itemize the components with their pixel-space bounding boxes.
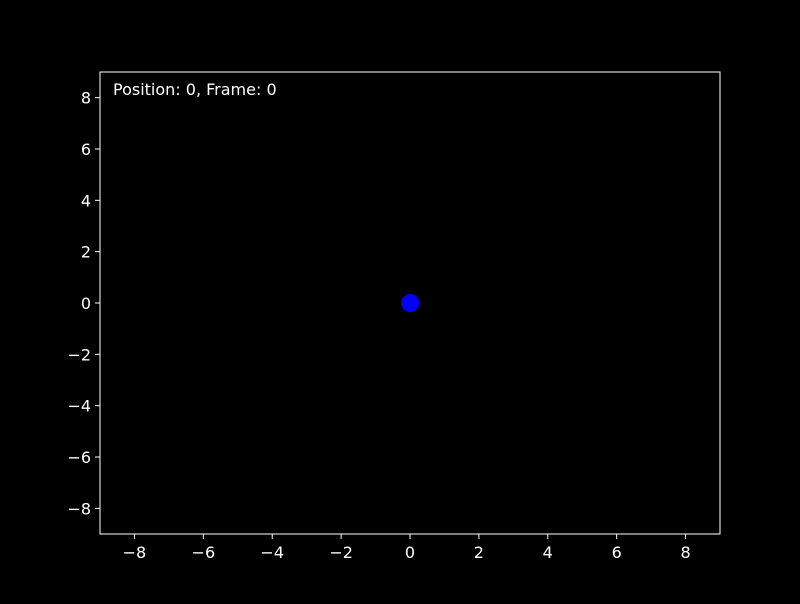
x-tick-label: −2 (329, 543, 353, 562)
y-tick-label: −2 (67, 345, 91, 364)
x-tick-label: 6 (612, 543, 622, 562)
position-frame-annotation: Position: 0, Frame: 0 (113, 80, 277, 99)
x-tick-label: 2 (474, 543, 484, 562)
x-axis: −8 −6 −4 −2 0 2 4 6 8 (123, 534, 691, 562)
x-tick-label: 8 (680, 543, 690, 562)
ball-marker (401, 294, 419, 312)
x-tick-label: −4 (260, 543, 284, 562)
x-tick-label: −8 (123, 543, 147, 562)
y-axis: −8 −6 −4 −2 0 2 4 6 8 (67, 89, 100, 518)
x-tick-label: 0 (405, 543, 415, 562)
y-tick-label: 8 (81, 89, 91, 108)
y-tick-label: 2 (81, 243, 91, 262)
y-tick-label: 6 (81, 140, 91, 159)
plot-canvas: −8 −6 −4 −2 0 2 4 6 8 −8 −6 −4 −2 0 2 4 6 8 Position: 0,… (67, 71, 721, 562)
y-tick-label: −4 (67, 397, 91, 416)
animation-figure: −8 −6 −4 −2 0 2 4 6 8 −8 −6 −4 −2 0 2 4 6 8 Position: 0,… (0, 0, 800, 600)
y-tick-label: −8 (67, 499, 91, 518)
x-tick-label: −6 (192, 543, 216, 562)
y-tick-label: 0 (81, 294, 91, 313)
x-tick-label: 4 (543, 543, 553, 562)
y-tick-label: −6 (67, 448, 91, 467)
data-points (401, 294, 419, 312)
y-tick-label: 4 (81, 191, 91, 210)
